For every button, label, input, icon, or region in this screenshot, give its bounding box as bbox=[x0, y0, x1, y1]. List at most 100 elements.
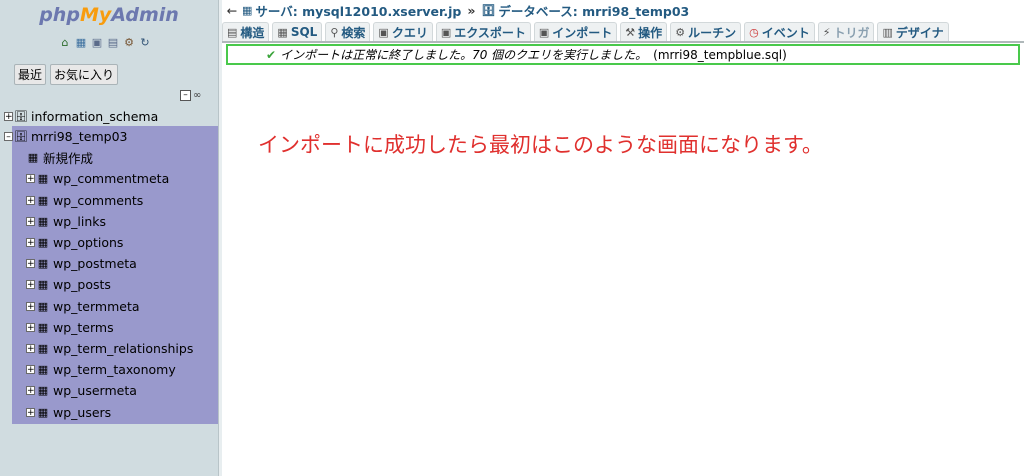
logo-my: My bbox=[79, 4, 112, 26]
settings-icon[interactable]: ⚙ bbox=[122, 36, 136, 50]
tree-item-table[interactable]: + ▦ wp_commentmeta bbox=[12, 168, 218, 189]
expand-icon[interactable]: + bbox=[4, 112, 13, 122]
tree-item-current-db[interactable]: – 🗄 mrri98_temp03 bbox=[4, 126, 218, 147]
tab-export[interactable]: ▣ エクスポート bbox=[435, 22, 531, 41]
table-name[interactable]: wp_postmeta bbox=[53, 256, 137, 271]
events-icon: ◷ bbox=[749, 25, 759, 39]
favorites-tab[interactable]: お気に入り bbox=[50, 64, 119, 85]
breadcrumb: ← ▦ サーバ: mysql12010.xserver.jp » 🗄 データベー… bbox=[222, 0, 1024, 20]
tree-item-information-schema[interactable]: + 🗄 information_schema bbox=[0, 106, 218, 127]
table-name[interactable]: wp_commentmeta bbox=[53, 171, 169, 186]
sidebar-resize-handle[interactable] bbox=[218, 0, 222, 476]
operations-icon: ⚒ bbox=[625, 25, 636, 39]
phpmyadmin-logo[interactable]: phpMyAdmin bbox=[0, 4, 218, 26]
tab-label: デザイナ bbox=[895, 25, 944, 40]
tabs-divider bbox=[222, 41, 1024, 43]
tab-label: エクスポート bbox=[454, 25, 526, 40]
expand-icon[interactable]: + bbox=[26, 365, 35, 375]
table-name[interactable]: wp_terms bbox=[53, 320, 114, 335]
tab-label: 操作 bbox=[638, 25, 663, 40]
tree-item-table[interactable]: + ▦ wp_term_taxonomy bbox=[12, 359, 218, 380]
table-icon: ▦ bbox=[37, 236, 49, 250]
tree-item-table[interactable]: + ▦ wp_termmeta bbox=[12, 296, 218, 317]
expand-icon[interactable]: + bbox=[26, 174, 35, 184]
tree-item-table[interactable]: + ▦ wp_usermeta bbox=[12, 380, 218, 401]
table-name[interactable]: wp_options bbox=[53, 235, 123, 250]
tab-search[interactable]: ⚲ 検索 bbox=[325, 22, 371, 41]
tree-item-table[interactable]: + ▦ wp_terms bbox=[12, 317, 218, 338]
tree-item-table[interactable]: + ▦ wp_postmeta bbox=[12, 253, 218, 274]
table-name[interactable]: wp_users bbox=[53, 405, 111, 420]
tab-label: 検索 bbox=[341, 25, 366, 40]
table-icon: ▦ bbox=[37, 278, 49, 292]
link-with-main-icon[interactable]: ∞ bbox=[193, 90, 201, 101]
collapse-icon[interactable]: – bbox=[4, 132, 13, 142]
home-icon[interactable]: ⌂ bbox=[58, 36, 72, 50]
tab-label: クエリ bbox=[391, 25, 428, 40]
tab-triggers[interactable]: ⚡ トリガ bbox=[817, 22, 875, 41]
success-text: インポートは正常に終了しました。70 個のクエリを実行しました。 bbox=[280, 48, 648, 62]
expand-icon[interactable]: + bbox=[26, 322, 35, 332]
new-label[interactable]: 新規作成 bbox=[43, 148, 93, 167]
table-icon: ▦ bbox=[37, 320, 49, 334]
tab-label: インポート bbox=[552, 25, 613, 40]
db-value: mrri98_temp03 bbox=[582, 3, 690, 19]
docs-icon[interactable]: ▤ bbox=[106, 36, 120, 50]
collapse-all-icon[interactable]: – bbox=[180, 90, 191, 101]
table-name[interactable]: wp_usermeta bbox=[53, 383, 137, 398]
database-name[interactable]: information_schema bbox=[31, 109, 158, 124]
sql-window-icon[interactable]: ▦ bbox=[74, 36, 88, 50]
query-window-icon[interactable]: ▣ bbox=[90, 36, 104, 50]
expand-icon[interactable]: + bbox=[26, 216, 35, 226]
designer-icon: ▥ bbox=[882, 25, 893, 39]
import-icon: ▣ bbox=[538, 25, 550, 39]
breadcrumb-server[interactable]: サーバ: mysql12010.xserver.jp bbox=[255, 1, 461, 20]
recent-tab[interactable]: 最近 bbox=[14, 64, 47, 85]
table-name[interactable]: wp_term_relationships bbox=[53, 341, 193, 356]
tab-events[interactable]: ◷ イベント bbox=[744, 22, 815, 41]
tab-structure[interactable]: ▤ 構造 bbox=[222, 22, 270, 41]
tree-item-table[interactable]: + ▦ wp_options bbox=[12, 232, 218, 253]
tab-routines[interactable]: ⚙ ルーチン bbox=[670, 22, 742, 41]
expand-icon[interactable]: + bbox=[26, 407, 35, 417]
reload-icon[interactable]: ↻ bbox=[138, 36, 152, 50]
table-name[interactable]: wp_posts bbox=[53, 277, 111, 292]
expand-icon[interactable]: + bbox=[26, 195, 35, 205]
sql-icon: ▦ bbox=[277, 25, 288, 39]
tab-import[interactable]: ▣ インポート bbox=[533, 22, 618, 41]
expand-icon[interactable]: + bbox=[26, 386, 35, 396]
table-name[interactable]: wp_termmeta bbox=[53, 299, 140, 314]
tab-query[interactable]: ▣ クエリ bbox=[373, 22, 433, 41]
tree-item-new[interactable]: ▦ 新規作成 bbox=[12, 147, 218, 168]
expand-icon[interactable]: + bbox=[26, 301, 35, 311]
expand-icon[interactable]: + bbox=[26, 280, 35, 290]
tree-item-table[interactable]: + ▦ wp_posts bbox=[12, 274, 218, 295]
tree-item-table[interactable]: + ▦ wp_users bbox=[12, 401, 218, 422]
tree-item-table[interactable]: + ▦ wp_links bbox=[12, 211, 218, 232]
breadcrumb-database[interactable]: データベース: mrri98_temp03 bbox=[498, 1, 689, 20]
new-table-icon: ▦ bbox=[27, 151, 39, 165]
table-name[interactable]: wp_term_taxonomy bbox=[53, 362, 176, 377]
tree-item-table[interactable]: + ▦ wp_comments bbox=[12, 190, 218, 211]
tree-item-table[interactable]: + ▦ wp_term_relationships bbox=[12, 338, 218, 359]
table-icon: ▦ bbox=[37, 257, 49, 271]
expand-icon[interactable]: + bbox=[26, 343, 35, 353]
tab-operations[interactable]: ⚒ 操作 bbox=[620, 22, 668, 41]
success-file: (mrri98_tempblue.sql) bbox=[653, 47, 787, 62]
server-icon: ▦ bbox=[242, 3, 253, 17]
table-name[interactable]: wp_links bbox=[53, 214, 106, 229]
triggers-icon: ⚡ bbox=[822, 25, 831, 39]
tab-designer[interactable]: ▥ デザイナ bbox=[877, 22, 949, 41]
structure-icon: ▤ bbox=[227, 25, 238, 39]
server-label: サーバ: bbox=[255, 3, 303, 19]
database-name[interactable]: mrri98_temp03 bbox=[31, 129, 127, 144]
tab-sql[interactable]: ▦ SQL bbox=[272, 22, 323, 41]
search-icon: ⚲ bbox=[330, 25, 339, 39]
expand-icon[interactable]: + bbox=[26, 238, 35, 248]
expand-icon[interactable]: + bbox=[26, 259, 35, 269]
table-icon: ▦ bbox=[37, 299, 49, 313]
db-label: データベース: bbox=[498, 3, 583, 19]
back-arrow-icon[interactable]: ← bbox=[222, 3, 242, 18]
table-name[interactable]: wp_comments bbox=[53, 193, 143, 208]
top-menu-tabs: ▤ 構造 ▦ SQL ⚲ 検索 ▣ クエリ ▣ エクスポート ▣ インポート ⚒ 操作 ⚙ ルー… bbox=[222, 21, 1024, 41]
